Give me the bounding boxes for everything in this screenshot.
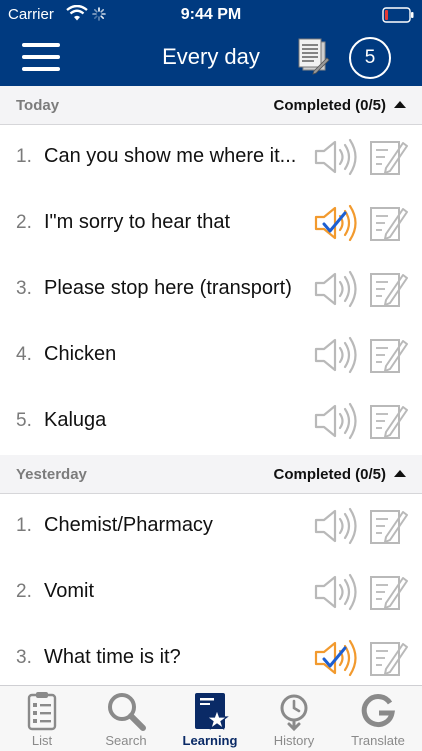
section-header-yesterday[interactable]: Yesterday Completed (0/5) — [0, 455, 422, 494]
edit-note-icon[interactable] — [368, 572, 408, 617]
section-label: Today — [16, 97, 60, 114]
tab-translate[interactable]: Translate — [336, 686, 420, 751]
status-time: 9:44 PM — [180, 6, 242, 23]
list-item[interactable]: 1. Chemist/Pharmacy — [0, 494, 422, 561]
item-number: 3. — [16, 647, 32, 668]
history-clock-icon — [273, 690, 315, 732]
item-number: 5. — [16, 410, 32, 431]
status-bar: Carrier 9:44 PM — [0, 0, 422, 30]
speaker-icon[interactable] — [312, 335, 358, 380]
item-number: 3. — [16, 278, 32, 299]
tab-learning[interactable]: Learning — [168, 686, 252, 751]
tab-search[interactable]: Search — [84, 686, 168, 751]
item-text[interactable]: Chemist/Pharmacy — [44, 514, 302, 537]
magnifier-icon — [105, 690, 147, 732]
tab-label: Learning — [182, 733, 238, 748]
item-text[interactable]: I"m sorry to hear that — [44, 211, 302, 234]
item-text[interactable]: What time is it? — [44, 646, 302, 669]
edit-note-icon[interactable] — [368, 506, 408, 551]
tab-bar: List Search Learning History Translate — [0, 685, 422, 751]
tab-label: History — [273, 733, 315, 748]
nav-bar: Every day 5 — [0, 30, 422, 86]
item-number: 2. — [16, 212, 32, 233]
list-item[interactable]: 2. I"m sorry to hear that — [0, 191, 422, 258]
google-g-icon — [357, 690, 399, 732]
document-icon[interactable] — [296, 38, 330, 81]
item-number: 1. — [16, 515, 32, 536]
item-text[interactable]: Vomit — [44, 580, 302, 603]
item-text[interactable]: Can you show me where it... — [44, 145, 302, 168]
edit-note-icon[interactable] — [368, 638, 408, 683]
speaker-icon[interactable] — [312, 137, 358, 182]
edit-note-icon[interactable] — [368, 335, 408, 380]
item-text[interactable]: Kaluga — [44, 409, 302, 432]
clipboard-list-icon — [21, 690, 63, 732]
tab-label: List — [31, 733, 53, 748]
list-item[interactable]: 3. Please stop here (transport) — [0, 257, 422, 324]
item-number: 1. — [16, 146, 32, 167]
collapse-caret-icon[interactable] — [394, 470, 406, 477]
edit-note-icon[interactable] — [368, 401, 408, 446]
section-header-today[interactable]: Today Completed (0/5) — [0, 86, 422, 125]
speaker-played-icon[interactable] — [312, 203, 358, 248]
tab-history[interactable]: History — [252, 686, 336, 751]
speaker-icon[interactable] — [312, 401, 358, 446]
section-label: Yesterday — [16, 466, 87, 483]
speaker-icon[interactable] — [312, 269, 358, 314]
item-text[interactable]: Chicken — [44, 343, 302, 366]
speaker-icon[interactable] — [312, 572, 358, 617]
list-item[interactable]: 3. What time is it? — [0, 626, 422, 693]
collapse-caret-icon[interactable] — [394, 101, 406, 108]
book-star-icon — [189, 690, 231, 732]
battery-icon — [382, 7, 414, 28]
completed-counter[interactable]: Completed (0/5) — [273, 97, 386, 114]
list-item[interactable]: 5. Kaluga — [0, 389, 422, 456]
speaker-played-icon[interactable] — [312, 638, 358, 683]
count-badge[interactable]: 5 — [349, 37, 391, 79]
tab-label: Translate — [351, 733, 405, 748]
speaker-icon[interactable] — [312, 506, 358, 551]
tab-list[interactable]: List — [0, 686, 84, 751]
edit-note-icon[interactable] — [368, 269, 408, 314]
item-number: 2. — [16, 581, 32, 602]
completed-counter[interactable]: Completed (0/5) — [273, 466, 386, 483]
list-item[interactable]: 4. Chicken — [0, 323, 422, 390]
edit-note-icon[interactable] — [368, 137, 408, 182]
list-item[interactable]: 2. Vomit — [0, 560, 422, 627]
list-item[interactable]: 1. Can you show me where it... — [0, 125, 422, 192]
item-text[interactable]: Please stop here (transport) — [44, 277, 302, 300]
edit-note-icon[interactable] — [368, 203, 408, 248]
tab-label: Search — [105, 733, 147, 748]
item-number: 4. — [16, 344, 32, 365]
